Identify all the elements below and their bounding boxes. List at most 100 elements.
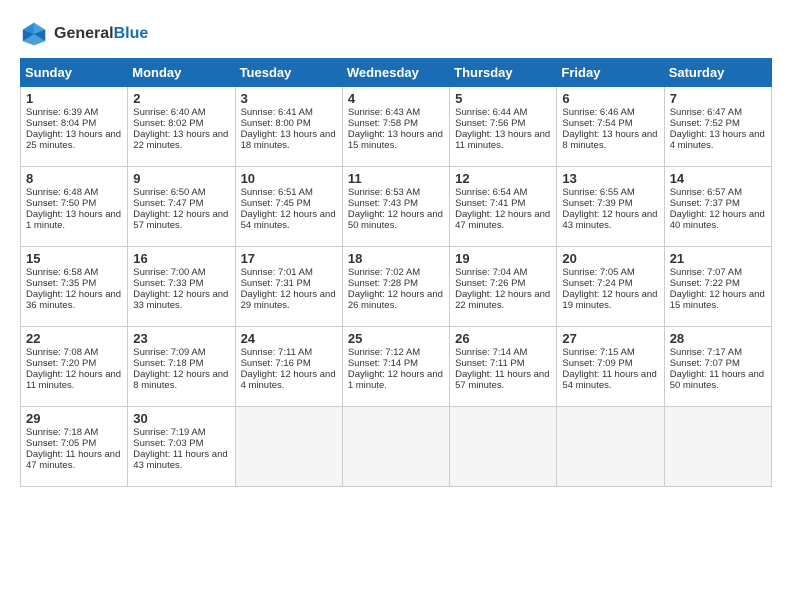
header-thursday: Thursday [450, 59, 557, 87]
sunset: Sunset: 7:07 PM [670, 358, 740, 369]
calendar-cell: 24Sunrise: 7:11 AMSunset: 7:16 PMDayligh… [235, 327, 342, 407]
calendar-cell: 19Sunrise: 7:04 AMSunset: 7:26 PMDayligh… [450, 247, 557, 327]
calendar-cell: 12Sunrise: 6:54 AMSunset: 7:41 PMDayligh… [450, 167, 557, 247]
sunset: Sunset: 7:18 PM [133, 358, 203, 369]
sunrise: Sunrise: 6:44 AM [455, 107, 527, 118]
calendar-week-1: 1Sunrise: 6:39 AMSunset: 8:04 PMDaylight… [21, 87, 772, 167]
logo: GeneralBlue [20, 20, 148, 48]
daylight: Daylight: 12 hours and 54 minutes. [241, 209, 336, 231]
calendar-cell: 27Sunrise: 7:15 AMSunset: 7:09 PMDayligh… [557, 327, 664, 407]
sunset: Sunset: 7:31 PM [241, 278, 311, 289]
daylight: Daylight: 12 hours and 4 minutes. [241, 369, 336, 391]
sunset: Sunset: 7:28 PM [348, 278, 418, 289]
sunset: Sunset: 7:26 PM [455, 278, 525, 289]
calendar-cell: 14Sunrise: 6:57 AMSunset: 7:37 PMDayligh… [664, 167, 771, 247]
day-number: 4 [348, 91, 444, 106]
calendar-cell: 7Sunrise: 6:47 AMSunset: 7:52 PMDaylight… [664, 87, 771, 167]
day-number: 2 [133, 91, 229, 106]
logo-icon [20, 20, 48, 48]
header-sunday: Sunday [21, 59, 128, 87]
sunrise: Sunrise: 7:09 AM [133, 347, 205, 358]
header-monday: Monday [128, 59, 235, 87]
calendar-cell: 13Sunrise: 6:55 AMSunset: 7:39 PMDayligh… [557, 167, 664, 247]
sunrise: Sunrise: 6:46 AM [562, 107, 634, 118]
sunrise: Sunrise: 6:41 AM [241, 107, 313, 118]
calendar-cell: 15Sunrise: 6:58 AMSunset: 7:35 PMDayligh… [21, 247, 128, 327]
sunset: Sunset: 7:05 PM [26, 438, 96, 449]
calendar-cell: 21Sunrise: 7:07 AMSunset: 7:22 PMDayligh… [664, 247, 771, 327]
day-number: 1 [26, 91, 122, 106]
day-number: 5 [455, 91, 551, 106]
sunset: Sunset: 7:09 PM [562, 358, 632, 369]
day-number: 16 [133, 251, 229, 266]
day-number: 24 [241, 331, 337, 346]
calendar-cell [664, 407, 771, 487]
calendar-cell: 10Sunrise: 6:51 AMSunset: 7:45 PMDayligh… [235, 167, 342, 247]
sunrise: Sunrise: 7:00 AM [133, 267, 205, 278]
day-number: 11 [348, 171, 444, 186]
sunset: Sunset: 7:47 PM [133, 198, 203, 209]
calendar-cell: 2Sunrise: 6:40 AMSunset: 8:02 PMDaylight… [128, 87, 235, 167]
sunrise: Sunrise: 7:19 AM [133, 427, 205, 438]
calendar-week-2: 8Sunrise: 6:48 AMSunset: 7:50 PMDaylight… [21, 167, 772, 247]
sunrise: Sunrise: 6:40 AM [133, 107, 205, 118]
header: GeneralBlue [20, 20, 772, 48]
daylight: Daylight: 12 hours and 50 minutes. [348, 209, 443, 231]
calendar-header-row: Sunday Monday Tuesday Wednesday Thursday… [21, 59, 772, 87]
daylight: Daylight: 11 hours and 43 minutes. [133, 449, 227, 471]
calendar-cell: 26Sunrise: 7:14 AMSunset: 7:11 PMDayligh… [450, 327, 557, 407]
sunset: Sunset: 7:35 PM [26, 278, 96, 289]
sunrise: Sunrise: 6:55 AM [562, 187, 634, 198]
day-number: 25 [348, 331, 444, 346]
calendar-cell: 16Sunrise: 7:00 AMSunset: 7:33 PMDayligh… [128, 247, 235, 327]
header-wednesday: Wednesday [342, 59, 449, 87]
day-number: 19 [455, 251, 551, 266]
day-number: 26 [455, 331, 551, 346]
calendar-cell: 4Sunrise: 6:43 AMSunset: 7:58 PMDaylight… [342, 87, 449, 167]
sunrise: Sunrise: 6:48 AM [26, 187, 98, 198]
day-number: 20 [562, 251, 658, 266]
sunrise: Sunrise: 7:12 AM [348, 347, 420, 358]
sunset: Sunset: 7:24 PM [562, 278, 632, 289]
calendar-cell: 28Sunrise: 7:17 AMSunset: 7:07 PMDayligh… [664, 327, 771, 407]
daylight: Daylight: 11 hours and 54 minutes. [562, 369, 656, 391]
day-number: 28 [670, 331, 766, 346]
sunrise: Sunrise: 6:58 AM [26, 267, 98, 278]
daylight: Daylight: 12 hours and 43 minutes. [562, 209, 657, 231]
calendar-cell [450, 407, 557, 487]
sunrise: Sunrise: 7:17 AM [670, 347, 742, 358]
day-number: 6 [562, 91, 658, 106]
sunset: Sunset: 7:41 PM [455, 198, 525, 209]
day-number: 30 [133, 411, 229, 426]
calendar-cell: 8Sunrise: 6:48 AMSunset: 7:50 PMDaylight… [21, 167, 128, 247]
day-number: 21 [670, 251, 766, 266]
sunrise: Sunrise: 6:54 AM [455, 187, 527, 198]
day-number: 7 [670, 91, 766, 106]
sunrise: Sunrise: 6:47 AM [670, 107, 742, 118]
calendar-cell: 25Sunrise: 7:12 AMSunset: 7:14 PMDayligh… [342, 327, 449, 407]
sunset: Sunset: 7:11 PM [455, 358, 525, 369]
calendar-cell [557, 407, 664, 487]
day-number: 22 [26, 331, 122, 346]
daylight: Daylight: 12 hours and 1 minute. [348, 369, 443, 391]
page: GeneralBlue Sunday Monday Tuesday Wednes… [0, 0, 792, 612]
daylight: Daylight: 12 hours and 47 minutes. [455, 209, 550, 231]
calendar-cell: 1Sunrise: 6:39 AMSunset: 8:04 PMDaylight… [21, 87, 128, 167]
calendar-cell: 18Sunrise: 7:02 AMSunset: 7:28 PMDayligh… [342, 247, 449, 327]
sunset: Sunset: 7:37 PM [670, 198, 740, 209]
sunset: Sunset: 7:20 PM [26, 358, 96, 369]
sunrise: Sunrise: 7:14 AM [455, 347, 527, 358]
day-number: 8 [26, 171, 122, 186]
sunrise: Sunrise: 7:15 AM [562, 347, 634, 358]
day-number: 29 [26, 411, 122, 426]
daylight: Daylight: 11 hours and 47 minutes. [26, 449, 120, 471]
sunset: Sunset: 7:52 PM [670, 118, 740, 129]
daylight: Daylight: 12 hours and 8 minutes. [133, 369, 228, 391]
daylight: Daylight: 12 hours and 40 minutes. [670, 209, 765, 231]
sunset: Sunset: 7:16 PM [241, 358, 311, 369]
sunrise: Sunrise: 6:53 AM [348, 187, 420, 198]
sunset: Sunset: 7:56 PM [455, 118, 525, 129]
calendar-cell: 11Sunrise: 6:53 AMSunset: 7:43 PMDayligh… [342, 167, 449, 247]
sunrise: Sunrise: 6:50 AM [133, 187, 205, 198]
sunset: Sunset: 7:22 PM [670, 278, 740, 289]
